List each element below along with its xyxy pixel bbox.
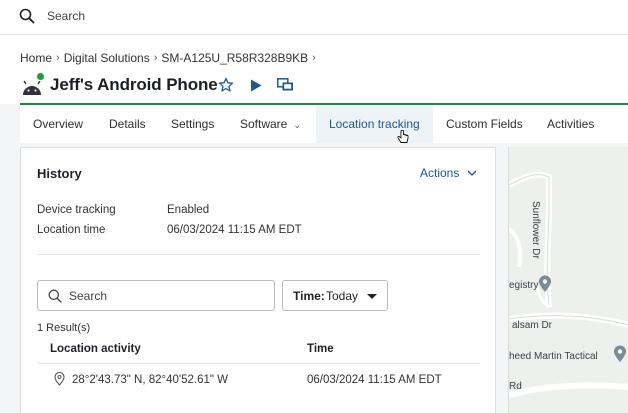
tab-software[interactable]: Software ⌄ bbox=[227, 105, 314, 143]
map-label-street: Sunflower Dr bbox=[530, 201, 541, 259]
breadcrumb-separator-icon: › bbox=[56, 52, 60, 64]
tab-activities[interactable]: Activities bbox=[534, 105, 607, 143]
breadcrumb-home[interactable]: Home bbox=[20, 51, 52, 65]
breadcrumb: Home › Digital Solutions › SM-A125U_R58R… bbox=[20, 51, 320, 65]
actions-menu-button[interactable]: Actions bbox=[420, 166, 477, 180]
map-label-place: heed Martin Tactical bbox=[509, 351, 598, 362]
page-title: Jeff's Android Phone bbox=[50, 75, 218, 94]
history-search-input[interactable] bbox=[69, 287, 269, 305]
table-cell-time: 06/03/2024 11:15 AM EDT bbox=[307, 374, 442, 386]
history-search[interactable] bbox=[37, 280, 275, 311]
breadcrumb-separator-icon: › bbox=[312, 52, 316, 64]
chevron-down-icon bbox=[467, 170, 477, 176]
table-cell-location[interactable]: 28°2'43.73" N, 82°40'52.61" W bbox=[72, 374, 228, 386]
map-label-street: alsam Dr bbox=[512, 320, 553, 331]
section-divider bbox=[37, 254, 480, 255]
caret-down-icon bbox=[367, 294, 377, 299]
map-pin-icon bbox=[614, 345, 626, 362]
online-status-dot bbox=[36, 72, 45, 81]
location-time-label: Location time bbox=[37, 224, 106, 236]
location-pin-icon bbox=[54, 372, 65, 386]
tab-overview[interactable]: Overview bbox=[20, 105, 96, 143]
history-panel: History Actions Device tracking Enabled … bbox=[20, 147, 496, 413]
breadcrumb-device[interactable]: SM-A125U_R58R328B9KB bbox=[161, 51, 308, 65]
remote-control-icon[interactable] bbox=[277, 78, 294, 93]
breadcrumb-group[interactable]: Digital Solutions bbox=[64, 51, 150, 65]
location-map[interactable]: Sunflower Dr egistry alsam Dr heed Marti… bbox=[508, 147, 628, 413]
table-header-divider bbox=[37, 363, 480, 364]
tab-details[interactable]: Details bbox=[96, 105, 159, 143]
breadcrumb-separator-icon: › bbox=[153, 52, 158, 64]
global-search-label[interactable]: Search bbox=[47, 9, 85, 23]
tab-location-tracking[interactable]: Location tracking bbox=[316, 105, 433, 143]
time-filter-value: Today bbox=[326, 289, 359, 303]
tab-settings[interactable]: Settings bbox=[158, 105, 227, 143]
time-filter-select[interactable]: Time: Today bbox=[282, 280, 388, 311]
time-filter-label: Time: bbox=[293, 289, 325, 303]
chevron-down-icon: ⌄ bbox=[293, 120, 301, 130]
play-icon[interactable] bbox=[250, 79, 262, 92]
map-pin-icon bbox=[539, 275, 551, 292]
device-tracking-value: Enabled bbox=[167, 204, 210, 216]
map-label-place: egistry bbox=[509, 280, 539, 291]
device-tracking-label: Device tracking bbox=[37, 204, 116, 216]
star-icon[interactable] bbox=[218, 77, 234, 93]
search-icon bbox=[19, 8, 35, 24]
location-time-value: 06/03/2024 11:15 AM EDT bbox=[167, 224, 302, 236]
history-title: History bbox=[37, 166, 82, 181]
search-icon bbox=[48, 289, 62, 303]
column-header-location-activity[interactable]: Location activity bbox=[50, 343, 141, 355]
cursor-hand-icon bbox=[397, 130, 409, 143]
global-search-bar[interactable]: Search bbox=[0, 0, 628, 35]
results-count: 1 Result(s) bbox=[37, 322, 91, 334]
map-label-street: Rd bbox=[509, 381, 522, 392]
column-header-time[interactable]: Time bbox=[307, 343, 334, 355]
tab-custom-fields[interactable]: Custom Fields bbox=[433, 105, 536, 143]
device-header: Home › Digital Solutions › SM-A125U_R58R… bbox=[0, 35, 628, 104]
tab-bar: Overview Details Settings Software ⌄ Loca… bbox=[20, 105, 628, 143]
